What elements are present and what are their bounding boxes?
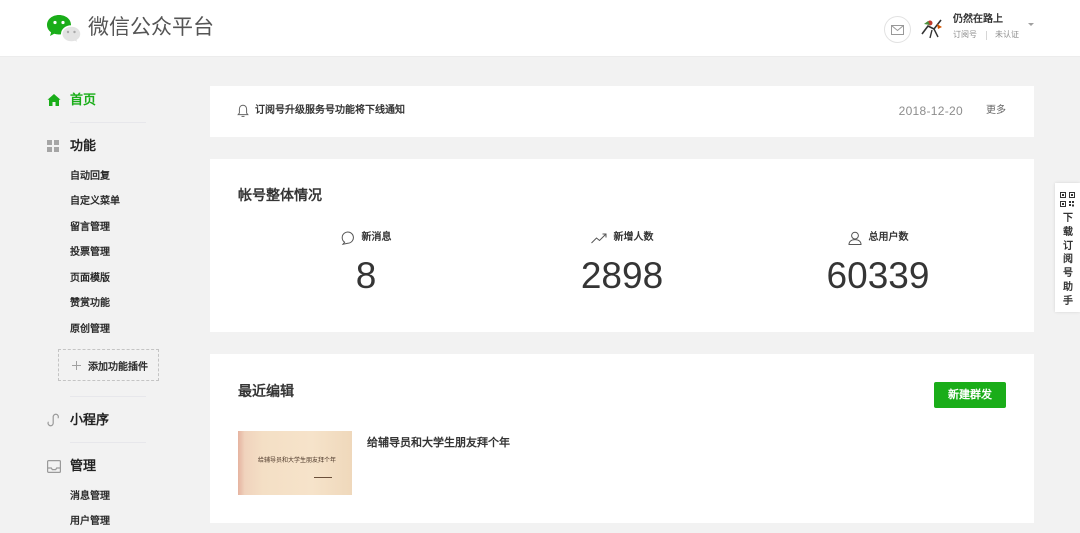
mail-icon <box>891 24 904 35</box>
platform-title[interactable]: 微信公众平台 <box>88 15 214 41</box>
stat-new-messages: 新消息 8 <box>238 230 494 298</box>
wechat-logo-icon[interactable] <box>45 12 83 45</box>
trend-up-icon <box>590 233 606 244</box>
sidebar-item-users[interactable]: 用户管理 <box>70 514 110 530</box>
download-assistant-tab[interactable]: 下载订阅号助手 <box>1055 183 1080 312</box>
stat-label-row: 新增人数 <box>494 230 750 246</box>
sidebar-item-miniprogram[interactable]: 小程序 <box>46 410 109 430</box>
plus-icon <box>72 360 88 370</box>
recent-edits-panel: 最近编辑 新建群发 给辅导员和大学生朋友拜个年 给辅导员和大学生朋友拜个年 <box>210 354 1034 523</box>
add-plugin-label: 添加功能插件 <box>88 361 148 373</box>
account-meta-divider <box>986 30 987 40</box>
add-plugin-button[interactable]: 添加功能插件 <box>58 349 159 381</box>
stat-total-users: 总用户数 60339 <box>750 230 1006 298</box>
sidebar-section-label: 管理 <box>70 458 97 473</box>
grid-icon <box>46 136 70 156</box>
stat-new-followers: 新增人数 2898 <box>494 230 750 298</box>
home-icon <box>46 90 70 110</box>
sidebar-item-label: 小程序 <box>70 412 110 427</box>
stat-label: 总用户数 <box>868 232 909 243</box>
chevron-down-icon[interactable] <box>1028 23 1034 26</box>
user-icon <box>847 231 862 245</box>
article-title-link[interactable]: 给辅导员和大学生朋友拜个年 <box>367 435 510 451</box>
sidebar-item-original[interactable]: 原创管理 <box>70 322 110 338</box>
panel-title: 帐号整体情况 <box>238 187 322 203</box>
sidebar-item-messages[interactable]: 消息管理 <box>70 489 110 505</box>
avatar[interactable] <box>918 14 946 42</box>
mail-button[interactable] <box>884 16 911 43</box>
sidebar-item-custom-menu[interactable]: 自定义菜单 <box>70 194 120 210</box>
link-icon <box>46 410 70 430</box>
stat-label-row: 新消息 <box>238 230 494 246</box>
sidebar-item-votes[interactable]: 投票管理 <box>70 245 110 261</box>
account-meta: 订阅号 未认证 <box>953 29 1019 41</box>
new-broadcast-button[interactable]: 新建群发 <box>934 382 1006 408</box>
sidebar-item-page-templates[interactable]: 页面模版 <box>70 271 110 287</box>
inbox-icon <box>46 456 70 476</box>
stat-value: 60339 <box>826 255 930 296</box>
notice-panel: 订阅号升级服务号功能将下线通知 2018-12-20 更多 <box>210 86 1034 137</box>
sidebar-item-tipping[interactable]: 赞赏功能 <box>70 296 110 312</box>
bell-icon <box>237 104 249 117</box>
sidebar-section-features: 功能 <box>46 136 96 156</box>
download-assistant-label: 下载订阅号助手 <box>1063 213 1073 307</box>
sidebar-section-label: 功能 <box>70 138 97 153</box>
account-name[interactable]: 仍然在路上 <box>953 13 1003 27</box>
thumbnail-caption: 给辅导员和大学生朋友拜个年 <box>258 458 337 464</box>
stat-label: 新增人数 <box>613 232 654 243</box>
stat-value: 8 <box>355 255 377 296</box>
stat-label-row: 总用户数 <box>750 230 1006 246</box>
account-overview-panel: 帐号整体情况 新消息 8 新增人数 2898 总用户数 60339 <box>210 159 1034 332</box>
panel-title: 最近编辑 <box>238 383 294 399</box>
chat-bubble-icon <box>341 231 354 245</box>
stat-value: 2898 <box>580 255 664 296</box>
account-verification-status: 未认证 <box>995 30 1019 39</box>
sidebar-divider <box>70 442 146 443</box>
sidebar-section-management: 管理 <box>46 456 96 476</box>
top-header: 微信公众平台 仍然在路上 订阅号 未认证 <box>0 0 1080 57</box>
sidebar-item-comments[interactable]: 留言管理 <box>70 220 110 236</box>
stat-label: 新消息 <box>361 232 392 243</box>
notice-date: 2018-12-20 <box>898 104 963 118</box>
qr-code-icon <box>1060 192 1075 207</box>
sidebar-item-label: 首页 <box>70 92 97 107</box>
sidebar-divider <box>70 122 146 123</box>
stats-row: 新消息 8 新增人数 2898 总用户数 60339 <box>238 230 1006 298</box>
sidebar-item-home[interactable]: 首页 <box>46 90 96 110</box>
sidebar-divider <box>70 396 146 397</box>
thumbnail-signature-line <box>314 477 332 478</box>
sidebar-item-auto-reply[interactable]: 自动回复 <box>70 169 110 185</box>
account-type: 订阅号 <box>953 30 977 39</box>
notice-more-link[interactable]: 更多 <box>986 103 1006 119</box>
notice-link[interactable]: 订阅号升级服务号功能将下线通知 <box>255 103 405 119</box>
article-thumbnail[interactable]: 给辅导员和大学生朋友拜个年 <box>238 431 352 495</box>
